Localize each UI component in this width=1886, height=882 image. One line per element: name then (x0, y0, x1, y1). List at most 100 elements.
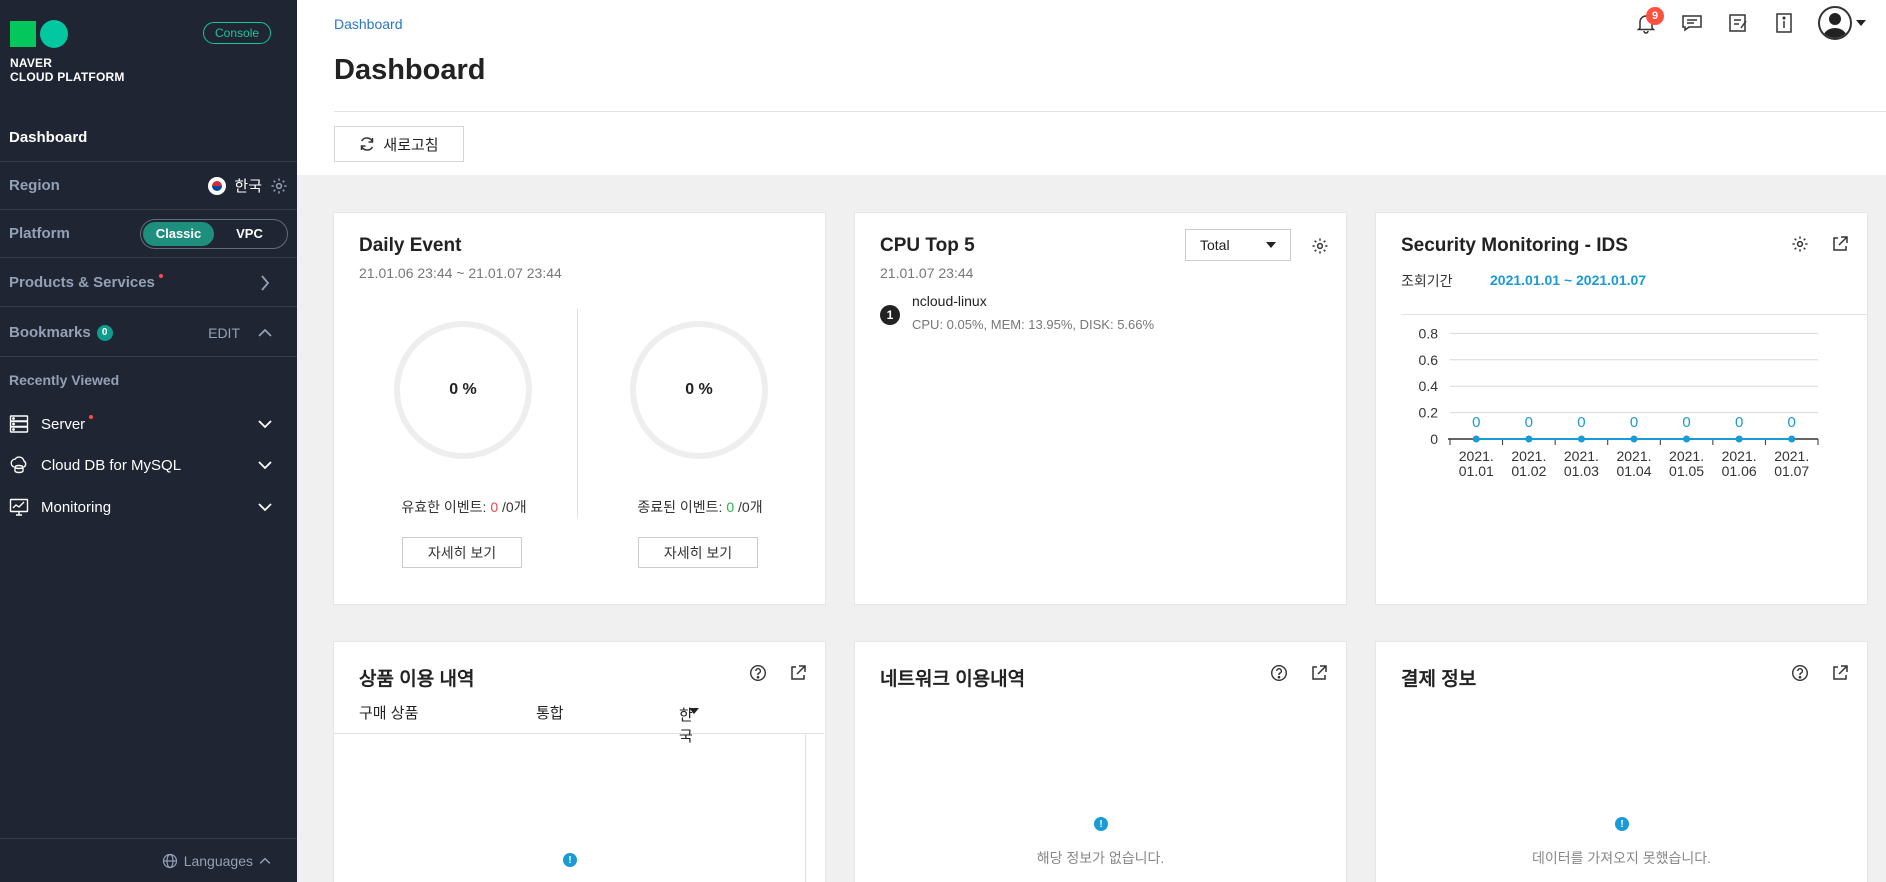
card-title: 결제 정보 (1401, 669, 1477, 690)
bookmarks-edit-button[interactable]: EDIT (208, 325, 240, 341)
cpu-filter-value: Total (1200, 237, 1230, 253)
cpu-host-name[interactable]: ncloud-linux (912, 293, 987, 309)
active-event-total: /0개 (498, 499, 527, 515)
x-tick-label: 01.04 (1616, 463, 1651, 479)
usage-col-product: 구매 상품 (359, 705, 419, 722)
sidebar-item-dashboard[interactable]: Dashboard (0, 114, 297, 162)
x-tick-label: 01.01 (1459, 463, 1494, 479)
data-point (1472, 435, 1480, 443)
y-tick-label: 0.4 (1419, 378, 1439, 394)
bookmarks-label: Bookmarks (9, 324, 91, 341)
usage-region-select[interactable]: 한국 (679, 702, 699, 745)
card-actions (749, 664, 807, 682)
new-dot-icon (158, 273, 163, 278)
platform-option-vpc[interactable]: VPC (214, 222, 285, 246)
x-tick-label: 01.03 (1564, 463, 1599, 479)
sidebar-item-platform: Platform Classic VPC (0, 210, 297, 258)
help-icon[interactable] (1791, 664, 1809, 682)
external-link-icon[interactable] (1831, 235, 1849, 253)
chevron-down-icon[interactable] (258, 502, 272, 512)
event-range: 21.01.06 23:44 ~ 21.01.07 23:44 (359, 265, 562, 281)
empty-message: 해당 정보가 없습니다. (1036, 850, 1165, 866)
data-point (1683, 435, 1691, 443)
caret-down-icon (1266, 242, 1276, 248)
refresh-button[interactable]: 새로고침 (334, 126, 464, 162)
cpu-filter-select[interactable]: Total (1185, 229, 1291, 261)
data-point (1630, 435, 1638, 443)
security-monitoring-card: Security Monitoring - IDS 조회기간 2021.01.0… (1375, 212, 1868, 605)
data-point (1735, 435, 1743, 443)
monitoring-icon (9, 498, 29, 516)
ended-event-detail-button[interactable]: 자세히 보기 (638, 537, 758, 568)
info-button[interactable] (1772, 11, 1796, 35)
region-value: 한국 (234, 178, 262, 195)
external-link-icon[interactable] (1310, 664, 1328, 682)
gear-icon[interactable] (270, 177, 288, 195)
products-label: Products & Services (9, 274, 155, 291)
data-label: 0 (1577, 414, 1585, 431)
external-link-icon[interactable] (1831, 664, 1849, 682)
sidebar-item-bookmarks[interactable]: Bookmarks 0 EDIT (0, 309, 297, 357)
user-icon (1823, 13, 1847, 38)
sidebar-item-products[interactable]: Products & Services (0, 259, 297, 307)
y-tick-label: 0.8 (1419, 325, 1439, 341)
active-event-detail-button[interactable]: 자세히 보기 (402, 537, 522, 568)
breadcrumb[interactable]: Dashboard (334, 16, 403, 32)
card-actions (1791, 664, 1849, 682)
ids-line-chart: 00.20.40.60.812021.01.012021.01.022021.0… (1419, 325, 1819, 479)
ended-event-gauge: 0 % (630, 321, 768, 459)
naver-cloud-logo[interactable]: NAVER CLOUD PLATFORM (10, 20, 125, 84)
note-edit-icon (1729, 14, 1747, 32)
messages-button[interactable] (1680, 11, 1704, 35)
console-button[interactable]: Console (203, 22, 272, 44)
chevron-down-icon[interactable] (258, 419, 272, 429)
notification-button[interactable]: 9 (1634, 7, 1664, 35)
external-link-icon[interactable] (789, 664, 807, 682)
x-tick-label: 2021. (1722, 448, 1757, 464)
page-title: Dashboard (334, 54, 486, 86)
user-menu[interactable] (1818, 6, 1866, 40)
data-label: 0 (1788, 414, 1796, 431)
help-icon[interactable] (749, 664, 767, 682)
empty-message: 데이터를 가져오지 못했습니다. (1531, 850, 1712, 866)
chat-icon (1682, 15, 1702, 32)
data-point (1788, 435, 1796, 443)
recent-item-server[interactable]: Server (0, 404, 297, 444)
card-actions (1270, 664, 1328, 682)
chevron-up-icon[interactable] (258, 328, 272, 338)
x-tick-label: 01.06 (1722, 463, 1757, 479)
daily-event-card: Daily Event 21.01.06 23:44 ~ 21.01.07 23… (333, 212, 826, 605)
region-label: Region (9, 177, 60, 194)
help-icon[interactable] (1270, 664, 1288, 682)
recent-item-cloud-db[interactable]: Cloud DB for MySQL (0, 445, 297, 485)
active-event-gauge: 0 % (394, 321, 532, 459)
globe-icon (162, 853, 177, 868)
chevron-down-icon[interactable] (258, 460, 272, 470)
card-actions (1791, 235, 1849, 253)
x-tick-label: 2021. (1616, 448, 1651, 464)
card-title: Daily Event (359, 235, 462, 256)
platform-toggle[interactable]: Classic VPC (140, 218, 288, 249)
platform-option-classic[interactable]: Classic (143, 221, 214, 246)
new-dot-icon (89, 415, 94, 419)
ended-event-label: 종료된 이벤트: (637, 499, 727, 515)
x-tick-label: 01.02 (1511, 463, 1546, 479)
recent-item-label: Monitoring (41, 498, 112, 516)
memo-button[interactable] (1726, 11, 1750, 35)
languages-button[interactable]: Languages (0, 838, 297, 882)
data-point (1577, 435, 1585, 443)
product-usage-card: 상품 이용 내역 구매 상품 통합 한국 ! (333, 641, 826, 882)
x-tick-label: 01.05 (1669, 463, 1704, 479)
active-event-summary: 유효한 이벤트: 0 /0개 (364, 497, 564, 517)
chevron-right-icon (261, 274, 270, 291)
x-tick-label: 2021. (1774, 448, 1809, 464)
recent-item-monitoring[interactable]: Monitoring (0, 487, 297, 527)
gear-icon[interactable] (1311, 237, 1329, 255)
table-scrollbar-divider (805, 734, 806, 882)
y-tick-label: 0.2 (1419, 405, 1439, 421)
recently-viewed-label: Recently Viewed (9, 372, 120, 388)
sidebar-item-region[interactable]: Region 한국 (0, 162, 297, 210)
period-label: 조회기간 (1401, 273, 1453, 289)
gear-icon[interactable] (1791, 235, 1809, 253)
data-label: 0 (1735, 414, 1743, 431)
